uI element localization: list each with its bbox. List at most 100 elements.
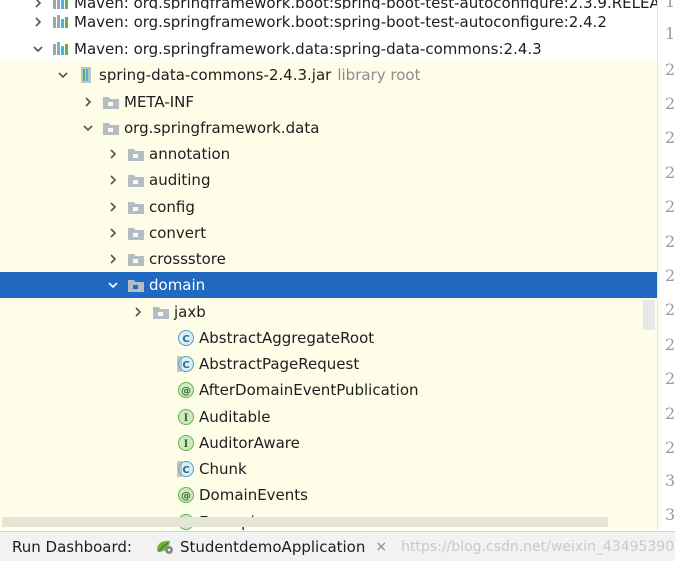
gutter-line-number: 2	[665, 60, 675, 79]
chevron-down-icon[interactable]	[80, 115, 96, 141]
chevron-right-icon[interactable]	[105, 141, 121, 167]
gutter-line-number: 2	[665, 94, 675, 113]
library-root-hint: library root	[337, 66, 421, 84]
tree-row-label: AbstractAggregateRoot	[199, 329, 375, 347]
editor-gutter: 1 1 2 2 2 2 2 2 2 2 2 2 2 2 3 3	[643, 0, 675, 530]
chevron-right-icon[interactable]	[80, 89, 96, 115]
run-dashboard-bar: Run Dashboard: StudentdemoApplication × …	[0, 531, 675, 561]
tree-row-domain-events[interactable]: @ DomainEvents	[0, 482, 657, 508]
chevron-right-icon[interactable]	[105, 246, 121, 272]
chevron-right-icon[interactable]	[130, 299, 146, 325]
gutter-line-number: 2	[665, 163, 675, 182]
tree-row-abstract-aggregate-root[interactable]: C AbstractAggregateRoot	[0, 325, 657, 351]
class-icon: C	[177, 329, 195, 347]
abstract-class-icon: C	[177, 355, 195, 373]
gutter-line-number: 3	[665, 471, 675, 490]
tree-row-maven-boot-test-autoconfigure-242[interactable]: Maven: org.springframework.boot:spring-b…	[0, 9, 657, 35]
tree-row-crossstore[interactable]: crossstore	[0, 246, 657, 272]
gutter-line-number: 1	[665, 0, 675, 11]
project-tree[interactable]: Maven: org.springframework.boot:spring-b…	[0, 0, 657, 530]
tree-row-label: AuditorAware	[199, 434, 300, 452]
close-icon[interactable]: ×	[375, 539, 387, 555]
tree-row-label: Auditable	[199, 408, 271, 426]
horizontal-scrollbar[interactable]	[2, 517, 608, 527]
package-icon	[127, 145, 145, 163]
svg-text:I: I	[184, 439, 189, 450]
tree-row-auditable[interactable]: I Auditable	[0, 404, 657, 430]
annotation-icon: @	[177, 381, 195, 399]
package-icon	[152, 303, 170, 321]
chevron-right-icon[interactable]	[105, 194, 121, 220]
svg-text:@: @	[181, 491, 191, 502]
gutter-line-number: 2	[665, 128, 675, 147]
gutter-line-number: 2	[665, 197, 675, 216]
chevron-right-icon[interactable]	[30, 9, 46, 35]
tree-row-jar[interactable]: spring-data-commons-2.4.3.jar library ro…	[0, 62, 657, 88]
svg-text:C: C	[182, 360, 189, 371]
tree-row-meta-inf[interactable]: META-INF	[0, 89, 657, 115]
package-icon	[127, 198, 145, 216]
chevron-down-icon[interactable]	[55, 62, 71, 88]
tree-row-auditing[interactable]: auditing	[0, 167, 657, 193]
gutter-line-number: 2	[665, 438, 675, 457]
tree-row-label: annotation	[149, 145, 231, 163]
run-config-tab[interactable]: StudentdemoApplication ×	[154, 538, 387, 556]
spring-boot-icon	[154, 538, 176, 556]
gutter-line-number: 1	[665, 24, 675, 43]
tree-row-org-springframework-data[interactable]: org.springframework.data	[0, 115, 657, 141]
tree-row-config[interactable]: config	[0, 194, 657, 220]
tree-row-label: Maven: org.springframework.data:spring-d…	[74, 40, 542, 58]
abstract-marker-icon	[177, 461, 182, 477]
tree-row-domain[interactable]: domain	[0, 272, 657, 298]
chevron-down-icon[interactable]	[105, 272, 121, 298]
abstract-class-icon: C	[177, 460, 195, 478]
interface-icon: I	[177, 408, 195, 426]
tree-row-label: Chunk	[199, 460, 247, 478]
interface-icon: I	[177, 434, 195, 452]
run-dashboard-title: Run Dashboard:	[12, 537, 132, 556]
tree-row-abstract-page-request[interactable]: C AbstractPageRequest	[0, 351, 657, 377]
watermark-text: https://blog.csdn.net/weixin_43495390	[401, 538, 675, 555]
jar-icon	[77, 66, 95, 84]
svg-text:@: @	[181, 386, 191, 397]
gutter-line-number: 2	[665, 369, 675, 388]
chevron-down-icon[interactable]	[30, 36, 46, 62]
tree-row-label: DomainEvents	[199, 486, 308, 504]
tree-row-maven-data-commons[interactable]: Maven: org.springframework.data:spring-d…	[0, 36, 657, 62]
tree-row-label: Maven: org.springframework.boot:spring-b…	[74, 13, 607, 31]
abstract-marker-icon	[177, 356, 182, 372]
tree-row-label: convert	[149, 224, 207, 242]
tree-row-label: AbstractPageRequest	[199, 355, 360, 373]
gutter-line-number: 3	[665, 505, 675, 524]
chevron-right-icon[interactable]	[105, 220, 121, 246]
tree-row-after-domain-event-publication[interactable]: @ AfterDomainEventPublication	[0, 377, 657, 403]
svg-text:C: C	[182, 334, 189, 345]
tree-row-chunk[interactable]: C Chunk	[0, 456, 657, 482]
chevron-right-icon[interactable]	[105, 167, 121, 193]
package-icon	[127, 250, 145, 268]
tree-row-label: META-INF	[124, 93, 195, 111]
tree-row-label: AfterDomainEventPublication	[199, 381, 419, 399]
tree-row-label: org.springframework.data	[124, 119, 320, 137]
gutter-line-number: 2	[665, 404, 675, 423]
package-icon	[127, 276, 145, 294]
tree-row-label: config	[149, 198, 195, 216]
tree-row-label: domain	[149, 276, 206, 294]
annotation-icon: @	[177, 486, 195, 504]
tree-row-label: jaxb	[174, 303, 206, 321]
tree-row-convert[interactable]: convert	[0, 220, 657, 246]
gutter-line-number: 2	[665, 266, 675, 285]
run-config-tab-label: StudentdemoApplication	[179, 537, 366, 556]
svg-text:I: I	[184, 413, 189, 424]
vertical-scrollbar-thumb[interactable]	[643, 300, 655, 330]
tree-row-jaxb[interactable]: jaxb	[0, 299, 657, 325]
tree-row-label: spring-data-commons-2.4.3.jar	[99, 66, 332, 84]
gutter-line-number: 2	[665, 300, 675, 319]
package-icon	[127, 224, 145, 242]
package-icon	[127, 171, 145, 189]
tree-row-annotation[interactable]: annotation	[0, 141, 657, 167]
tree-row-auditor-aware[interactable]: I AuditorAware	[0, 430, 657, 456]
gutter-line-number: 2	[665, 335, 675, 354]
tree-row-label: crossstore	[149, 250, 226, 268]
gutter-line-number: 2	[665, 232, 675, 251]
